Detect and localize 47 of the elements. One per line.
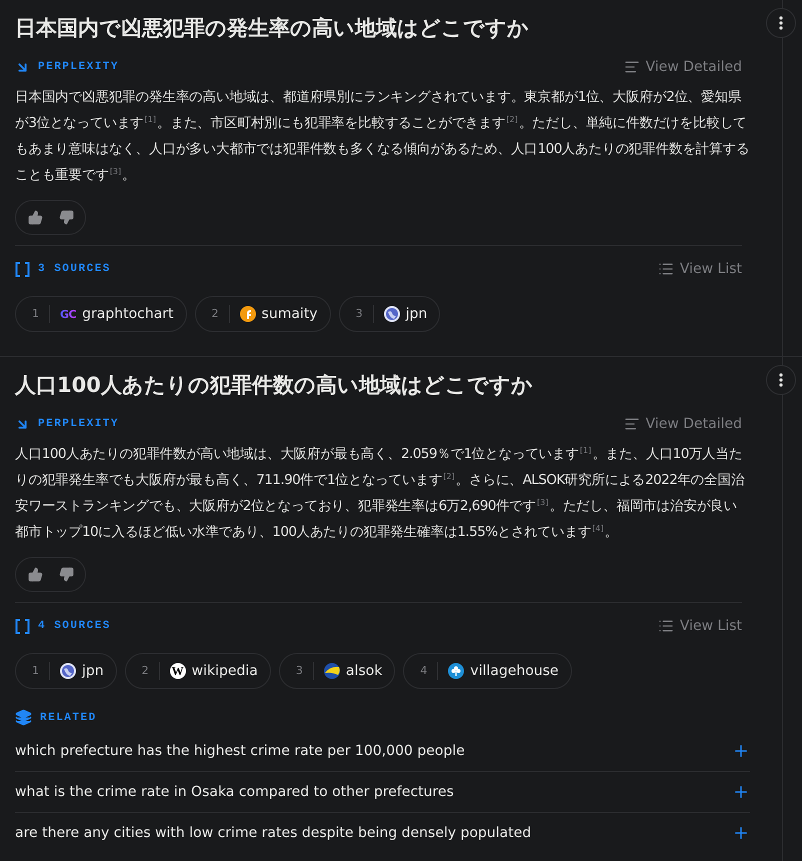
thumbs-down-icon[interactable] — [58, 567, 74, 582]
plus-icon — [732, 824, 750, 842]
question-title: 人口100人あたりの犯罪件数の高い地域はどこですか — [15, 372, 534, 399]
related-question[interactable]: what is the crime rate in Osaka compared to other prefectures — [15, 771, 750, 812]
lines-icon — [624, 416, 640, 432]
source-logo-icon — [240, 306, 256, 322]
emblem-icon — [324, 663, 340, 679]
sources-label: 4 SOURCES — [38, 620, 111, 632]
wiki-logo: W — [170, 663, 186, 679]
brackets-icon — [15, 618, 30, 634]
related-question[interactable]: are there any cities with low crime rates despite being densely populated — [15, 812, 750, 853]
source-chip[interactable]: 3 alsok — [278, 653, 396, 689]
plus-icon — [732, 783, 750, 801]
view-detailed-button[interactable]: View Detailed — [624, 59, 742, 75]
thumbs-down-icon[interactable] — [58, 210, 74, 225]
source-chip[interactable]: 4 villagehouse — [403, 653, 572, 689]
source-chip[interactable]: 2 sumaity — [194, 296, 331, 332]
list-icon — [658, 261, 674, 277]
answer-text: 日本国内で凶悪犯罪の発生率の高い地域は、都道府県別にランキングされています。東京都が1位、大阪府が2位、愛知県が3位となっています$^{[1]}$。また、市区町村別にも犯罪率を比較することができます$^{[2]}$。ただし、単純に件数だけを比較してもあまり意味はなく、人口が多い大都市では犯罪件数も多くなる傾向があるため、人口100人あたりの犯罪件数を計算することも重要です$^{[3]}$。 — [15, 88, 750, 185]
view-list-button[interactable]: View List — [658, 618, 742, 634]
globe-icon — [384, 306, 400, 322]
source-chip[interactable]: 1 jpn — [15, 653, 117, 689]
more-icon — [779, 373, 783, 387]
lines-icon — [624, 59, 640, 75]
more-button[interactable] — [766, 365, 796, 395]
view-detailed-button[interactable]: View Detailed — [624, 416, 742, 432]
brackets-icon — [15, 262, 30, 276]
more-button[interactable] — [766, 8, 796, 38]
answer-label: PERPLEXITY — [38, 418, 120, 430]
tree-logo-icon — [448, 663, 464, 679]
layers-icon — [15, 709, 32, 726]
more-icon — [779, 16, 783, 30]
source-chip[interactable]: 2 W wikipedia — [124, 653, 271, 689]
thumbs-up-icon[interactable] — [28, 567, 42, 582]
answer-text: 人口100人あたりの犯罪件数が高い地域は、大阪府が最も高く、2.059％で1位となっています$^{[1]}$。また、人口10万人当たりの犯罪発生率でも大阪府が最も高く、711.90件で1位となっています$^{[2]}$。さらに、ALSOK研究所による2022年の全国治安ワーストランキングでも、大阪府が2位となっており、犯罪発生率は6万2,690件です$^{[3]}$。ただし、福岡市は治安が良い都市トップ10に入るほど低い水準であり、100人あたりの犯罪発生確率は1.55%とされています$^{[4]}$。 — [15, 445, 746, 542]
sources-label: 3 SOURCES — [38, 263, 111, 275]
view-list-button[interactable]: View List — [658, 261, 742, 277]
source-chip[interactable]: 3 jpn — [338, 296, 440, 332]
question-title: 日本国内で凶悪犯罪の発生率の高い地域はどこですか — [15, 15, 530, 42]
source-chip[interactable]: 1 GC graphtochart — [15, 296, 187, 332]
globe-icon — [60, 663, 76, 679]
related-question[interactable]: which prefecture has the highest crime rate per 100,000 people — [15, 730, 750, 771]
answer-label: PERPLEXITY — [38, 61, 120, 73]
related-label: RELATED — [40, 712, 97, 724]
list-icon — [658, 618, 674, 634]
graph-logo: GC — [60, 308, 76, 320]
thumbs-up-icon[interactable] — [28, 210, 42, 225]
